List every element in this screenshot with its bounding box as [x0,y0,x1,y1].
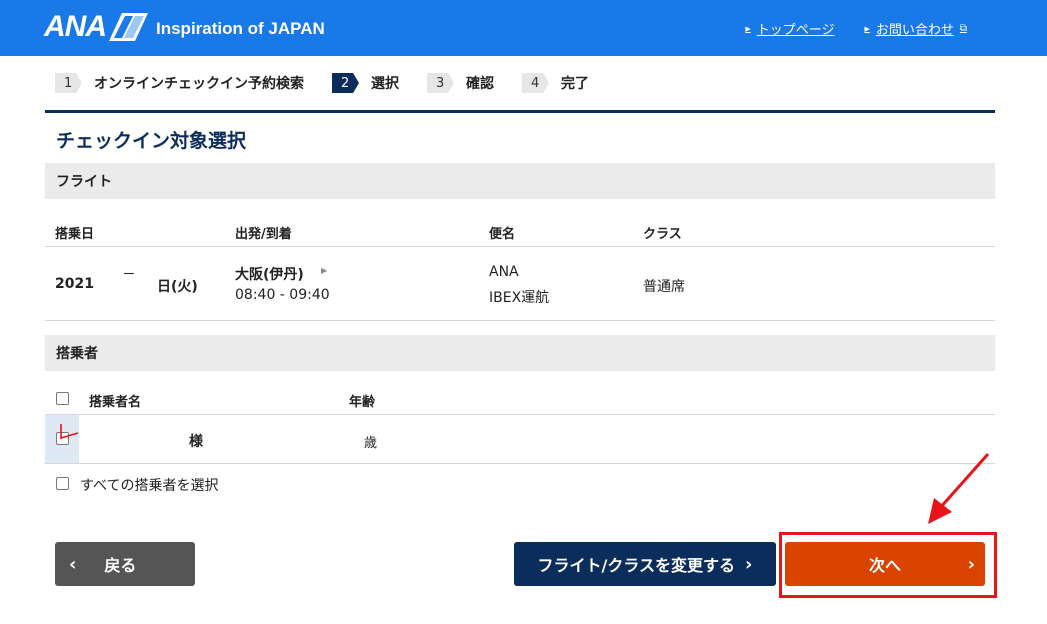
select-all-label[interactable]: すべての搭乗者を選択 [80,475,218,495]
col-header-class: クラス [643,227,682,242]
page-title: チェックイン対象選択 [56,130,247,152]
annotation-arrow-icon [928,453,990,524]
flight-date: 2021 [55,276,94,292]
triangle-right-icon: ▶ [745,24,751,33]
step-label: 選択 [371,76,399,92]
step-number: 3 [427,73,454,93]
passenger-age-suffix: 歳 [364,436,378,451]
col-header-date: 搭乗日 [55,227,95,242]
ana-logo[interactable]: ANA Inspiration of JAPAN [44,10,325,43]
flight-number: ANA [489,264,519,280]
route-arrow-icon: ▶ [321,266,328,275]
triangle-right-icon: ▶ [864,24,870,33]
change-button-label: フライト/クラスを変更する [537,556,736,575]
col-header-age: 年齢 [349,395,376,410]
title-divider [45,110,995,113]
logo-wordmark: ANA [44,10,107,43]
step-2: 2 選択 [332,73,399,93]
col-header-flight-no: 便名 [489,227,516,242]
table-divider [45,414,995,415]
flight-date-separator: ー [123,267,136,281]
table-divider [45,246,995,247]
contact-link[interactable]: ▶ お問い合わせ ⧉ [864,19,967,38]
col-header-route: 出発/到着 [235,227,292,242]
step-number: 2 [332,73,359,93]
step-number: 1 [55,73,82,93]
site-header: ANA Inspiration of JAPAN ▶ トップページ ▶ お問い合… [0,0,1047,56]
step-label: 完了 [561,76,589,92]
passenger-section-header: 搭乗者 [45,335,995,371]
passenger-name-suffix: 様 [189,434,203,450]
col-header-passenger-name: 搭乗者名 [89,395,142,410]
logo-stripes-icon [109,13,148,41]
contact-link-label: お問い合わせ [875,23,954,38]
flight-route: 大阪(伊丹) [235,267,304,283]
flight-date-day: 日(火) [157,279,198,295]
back-button[interactable]: ‹ 戻る [55,542,195,586]
step-label: 確認 [466,76,494,92]
table-divider [45,463,995,464]
header-links: ▶ トップページ ▶ お問い合わせ ⧉ [745,19,967,38]
change-flight-class-button[interactable]: フライト/クラスを変更する › [514,542,776,586]
step-number: 4 [522,73,549,93]
flight-operator: IBEX運航 [489,290,550,306]
step-label: オンラインチェックイン予約検索 [94,76,304,92]
chevron-left-icon: ‹ [69,553,77,575]
new-window-icon: ⧉ [959,23,967,34]
back-button-label: 戻る [104,556,137,575]
next-button-highlight-box [779,532,997,598]
table-divider [45,320,995,321]
passenger-header-checkbox[interactable] [56,392,69,405]
flight-section-header: フライト [45,163,995,199]
step-3: 3 確認 [427,73,494,93]
step-4: 4 完了 [522,73,589,93]
logo-tagline: Inspiration of JAPAN [156,19,325,38]
progress-steps: 1 オンラインチェックイン予約検索 2 選択 3 確認 4 完了 [55,73,617,93]
chevron-right-icon: › [745,553,753,575]
top-page-link-label: トップページ [756,23,835,38]
top-page-link[interactable]: ▶ トップページ [745,19,834,38]
flight-class: 普通席 [643,279,685,295]
check-mark-annotation-icon [60,424,79,440]
flight-time: 08:40 - 09:40 [235,287,330,303]
step-1: 1 オンラインチェックイン予約検索 [55,73,304,93]
select-all-checkbox[interactable] [56,477,69,490]
